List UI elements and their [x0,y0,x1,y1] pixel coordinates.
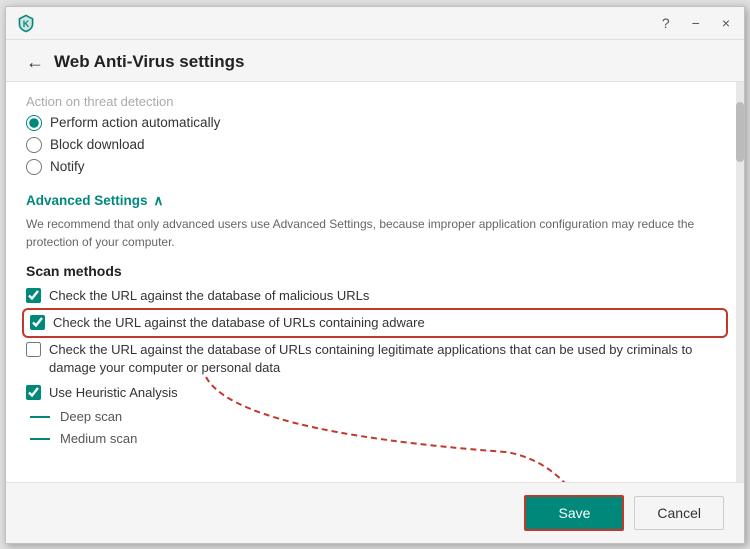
main-window: K ? − × ← Web Anti-Virus settings Action… [5,6,745,544]
radio-notify[interactable]: Notify [26,159,724,175]
checkbox-malicious-input[interactable] [26,288,41,303]
back-button[interactable]: ← [26,52,44,73]
window-header: ← Web Anti-Virus settings [6,40,744,82]
action-section: Action on threat detection Perform actio… [26,82,724,185]
checkbox-malicious-label: Check the URL against the database of ma… [49,287,369,305]
checkbox-adware[interactable]: Check the URL against the database of UR… [26,312,724,334]
advanced-settings-label: Advanced Settings [26,193,148,208]
medium-scan-line [30,438,50,440]
deep-scan-line [30,416,50,418]
checkbox-heuristic[interactable]: Use Heuristic Analysis [26,384,724,402]
checkbox-group: Check the URL against the database of ma… [26,287,724,447]
title-bar-controls: ? − × [658,13,734,33]
advanced-caret-icon: ∧ [154,193,164,209]
radio-notify-label: Notify [50,159,85,174]
save-button[interactable]: Save [524,495,624,531]
checkbox-heuristic-label: Use Heuristic Analysis [49,384,178,402]
action-heading: Action on threat detection [26,82,724,115]
radio-block[interactable]: Block download [26,137,724,153]
advanced-description: We recommend that only advanced users us… [26,215,724,263]
checkbox-legitimate-input[interactable] [26,342,41,357]
deep-scan-row: Deep scan [26,409,724,424]
advanced-settings-section: Advanced Settings ∧ We recommend that on… [26,185,724,263]
title-bar-left: K [16,13,36,33]
scrollbar-track[interactable] [736,82,744,482]
content-wrapper: Action on threat detection Perform actio… [6,82,744,482]
scan-methods-title: Scan methods [26,263,724,287]
radio-auto-label: Perform action automatically [50,115,220,130]
kaspersky-icon: K [16,13,36,33]
minimize-button[interactable]: − [688,13,704,33]
checkbox-legitimate-label: Check the URL against the database of UR… [49,341,724,377]
scrollbar-thumb[interactable] [736,102,744,162]
checkbox-adware-input[interactable] [30,315,45,330]
close-button[interactable]: × [718,13,734,33]
svg-text:K: K [23,19,30,29]
radio-notify-input[interactable] [26,159,42,175]
checkbox-malicious[interactable]: Check the URL against the database of ma… [26,287,724,305]
title-bar: K ? − × [6,7,744,40]
radio-block-input[interactable] [26,137,42,153]
radio-auto[interactable]: Perform action automatically [26,115,724,131]
medium-scan-label: Medium scan [60,431,137,446]
radio-auto-input[interactable] [26,115,42,131]
medium-scan-row: Medium scan [26,431,724,446]
window-title: Web Anti-Virus settings [54,52,245,72]
cancel-button[interactable]: Cancel [634,496,724,530]
footer: Save Cancel [6,482,744,543]
deep-scan-label: Deep scan [60,409,122,424]
help-button[interactable]: ? [658,13,674,33]
checkbox-heuristic-input[interactable] [26,385,41,400]
main-content: Action on threat detection Perform actio… [6,82,744,482]
advanced-settings-toggle[interactable]: Advanced Settings ∧ [26,185,724,215]
checkbox-adware-label: Check the URL against the database of UR… [53,314,425,332]
radio-block-label: Block download [50,137,145,152]
checkbox-legitimate[interactable]: Check the URL against the database of UR… [26,341,724,377]
scan-methods-section: Scan methods Check the URL against the d… [26,263,724,447]
radio-group: Perform action automatically Block downl… [26,115,724,185]
